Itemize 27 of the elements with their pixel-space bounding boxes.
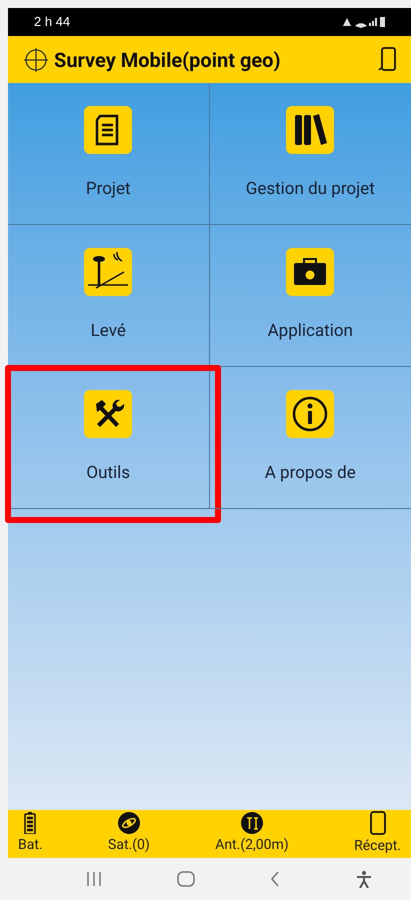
status-button[interactable]: Sat.(0) [108, 812, 150, 856]
menu-tile[interactable]: A propos de [210, 367, 411, 509]
document-icon [84, 106, 132, 154]
gnss-pole-icon [84, 248, 132, 296]
menu-tile[interactable]: Application [210, 225, 411, 367]
briefcase-icon [286, 248, 334, 296]
tools-icon [84, 390, 132, 438]
home-icon[interactable] [176, 871, 195, 887]
status-time: 2 h 44 [34, 13, 70, 32]
accessibility-icon[interactable] [355, 870, 374, 888]
crosshair-icon [24, 48, 48, 72]
status-button[interactable]: Bat. [18, 812, 43, 856]
status-button[interactable]: Récept. [354, 811, 401, 857]
battery-icon [24, 812, 36, 834]
status-button[interactable]: Ant.(2,00m) [215, 812, 289, 856]
recent-apps-icon[interactable] [86, 872, 102, 886]
phone-icon[interactable] [377, 46, 397, 72]
phone-icon [370, 811, 386, 835]
info-icon [286, 390, 334, 438]
back-icon[interactable] [270, 871, 280, 887]
menu-tile[interactable]: Outils [8, 367, 208, 509]
menu-tile[interactable]: Projet [8, 83, 208, 225]
app-title: Survey Mobile(point geo) [54, 46, 282, 74]
books-icon [286, 106, 334, 154]
menu-tile[interactable]: Levé [8, 225, 208, 367]
menu-tile[interactable]: Gestion du projet [210, 83, 411, 225]
status-icons [341, 16, 385, 28]
